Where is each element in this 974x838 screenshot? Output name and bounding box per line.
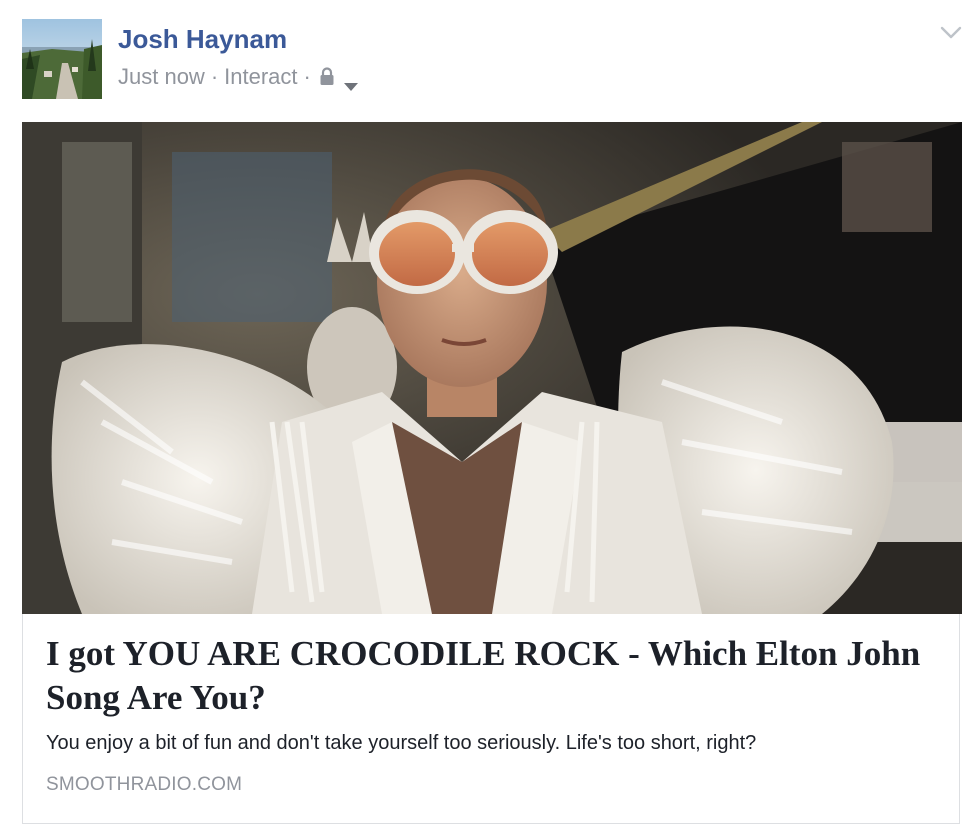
meta-separator: · (303, 64, 311, 89)
post-meta: Just now · Interact · (118, 64, 359, 91)
post-header: Josh Haynam Just now · Interact · (0, 0, 974, 110)
chevron-down-icon[interactable] (940, 26, 962, 40)
share-text: I got YOU ARE CROCODILE ROCK - Which Elt… (46, 632, 946, 796)
author-name[interactable]: Josh Haynam (118, 24, 287, 55)
avatar[interactable] (22, 19, 102, 99)
app-attribution[interactable]: Interact (224, 64, 297, 90)
share-image[interactable] (22, 122, 962, 614)
avatar-image (22, 19, 102, 99)
share-title[interactable]: I got YOU ARE CROCODILE ROCK - Which Elt… (46, 632, 946, 720)
lock-icon[interactable] (319, 67, 335, 87)
audience-caret-down-icon[interactable] (343, 72, 359, 91)
link-share-card[interactable]: I got YOU ARE CROCODILE ROCK - Which Elt… (22, 122, 962, 824)
share-description: You enjoy a bit of fun and don't take yo… (46, 732, 757, 754)
share-domain: SMOOTHRADIO.COM (46, 774, 243, 795)
elton-john-photo (22, 122, 962, 614)
post-timestamp[interactable]: Just now (118, 64, 205, 90)
meta-separator: · (210, 64, 219, 89)
